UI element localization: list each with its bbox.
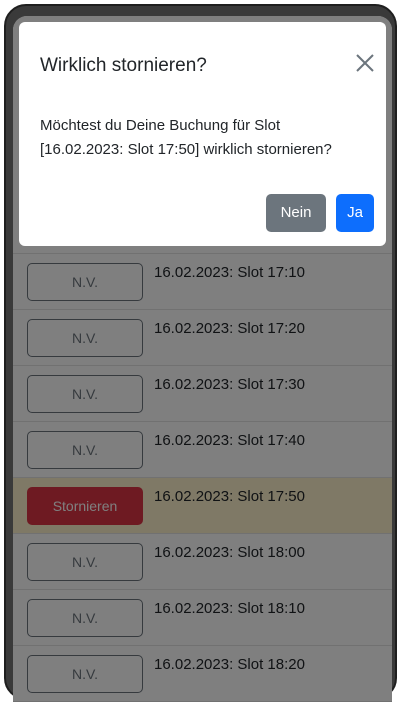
dialog-message-line: [16.02.2023: Slot 17:50] wirklich storni…	[40, 141, 332, 158]
yes-button[interactable]: Ja	[336, 194, 374, 232]
confirm-cancel-dialog: Wirklich stornieren? Möchtest du Deine B…	[19, 22, 386, 246]
dialog-message: Möchtest du Deine Buchung für Slot [16.0…	[40, 114, 375, 162]
close-icon[interactable]	[352, 50, 378, 76]
app-screen: N.V. 16.02.2023: Slot 17:10 N.V. 16.02.2…	[13, 16, 392, 702]
no-button[interactable]: Nein	[266, 194, 326, 232]
phone-frame: N.V. 16.02.2023: Slot 17:10 N.V. 16.02.2…	[4, 4, 397, 702]
dialog-message-line: Möchtest du Deine Buchung für Slot	[40, 117, 281, 134]
dialog-title: Wirklich stornieren?	[40, 55, 207, 76]
